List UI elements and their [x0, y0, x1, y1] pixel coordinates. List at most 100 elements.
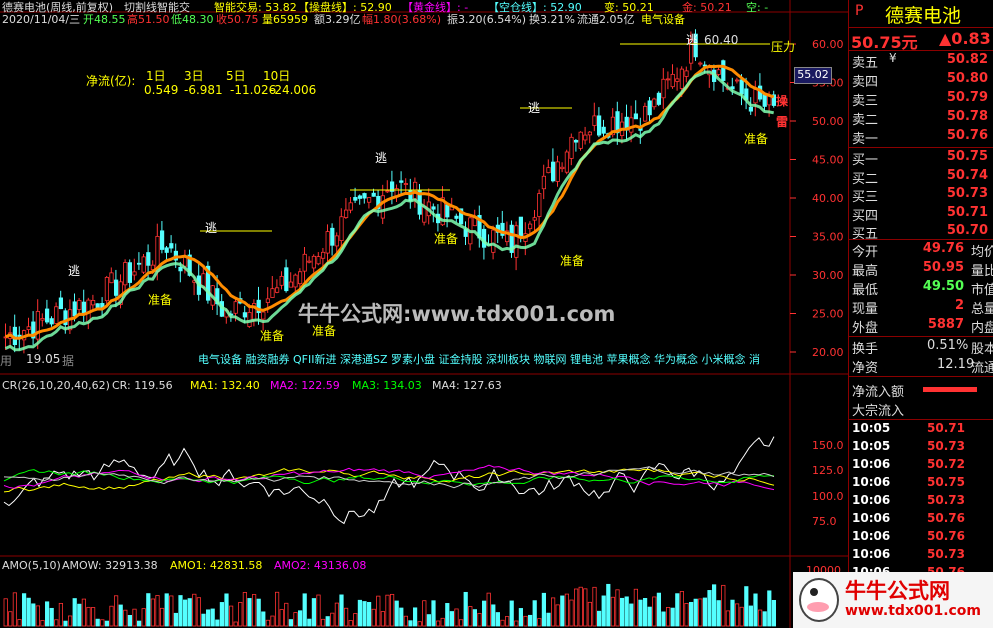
concept-tag[interactable]: 证金持股 — [439, 353, 487, 366]
ask-row-4: 卖四 50.80 — [849, 70, 993, 90]
amo-bar — [771, 599, 777, 627]
amo-bar — [320, 618, 326, 627]
candle-body — [348, 202, 353, 211]
amo-bar — [491, 604, 496, 627]
concept-tag[interactable]: 深圳板块 — [486, 353, 534, 366]
tick-row: 10:06 50.76 — [849, 510, 993, 528]
flee-label-3: 逃 — [375, 151, 388, 165]
amo-bar — [334, 602, 340, 627]
amo-bar — [610, 596, 616, 627]
logo-title: 牛牛公式网 — [845, 579, 950, 603]
price-tick-label: 25.00 — [812, 308, 844, 321]
candle-body — [399, 180, 404, 183]
stat-row-2-label: 最低 — [852, 283, 879, 298]
stat-row-0-extra: 均价 — [971, 245, 993, 260]
prepare-label-6: 准备 — [744, 132, 769, 146]
candle-body — [178, 266, 183, 272]
net-asset-value: 12.19 — [937, 357, 975, 372]
amo-bar — [26, 597, 31, 627]
amo-bar — [408, 620, 413, 627]
chart-area[interactable]: 60.0055.0050.0045.0040.0035.0030.0025.00… — [0, 0, 848, 628]
amo-bar — [735, 603, 740, 627]
tick-price: 50.76 — [927, 511, 965, 525]
bid-row-1-label: 买一 — [852, 153, 879, 168]
amo-bar — [440, 617, 445, 627]
candle-body — [316, 256, 321, 265]
ask-row-2-label: 卖二 — [852, 113, 879, 128]
amo-bar — [606, 583, 611, 627]
candle-body — [560, 166, 565, 170]
divider — [849, 27, 993, 28]
cr-line-group — [3, 436, 775, 525]
amo-bar — [638, 599, 643, 627]
candle-body — [587, 131, 593, 136]
stat-row-0-value: 49.76 — [922, 241, 964, 256]
amo-bar — [210, 608, 215, 627]
amo-bar — [293, 612, 298, 627]
candle-body — [109, 272, 114, 284]
candle-body — [647, 100, 652, 116]
amo-bar — [463, 591, 468, 627]
amo-bar — [633, 588, 639, 627]
quote-sidebar: P 德赛电池 50.75元 ▲0.83 卖五 50.82 ¥ 卖四 50.80 卖三 50.… — [793, 0, 993, 628]
swing-value: 振3.20(6.54%) — [447, 13, 527, 26]
amo-bar — [343, 607, 349, 627]
concept-tag[interactable]: 华为概念 — [654, 353, 702, 366]
amo-bar — [279, 609, 284, 627]
candle-body — [339, 216, 344, 241]
candle-body — [159, 230, 165, 250]
amo-bar — [215, 619, 220, 627]
candle-body — [532, 217, 537, 221]
candle-body — [748, 106, 754, 112]
prepare-label-5: 准备 — [560, 254, 585, 268]
amo-bar — [532, 600, 537, 627]
amo-bar — [45, 601, 50, 627]
amo-bar — [712, 584, 717, 627]
amo-bar — [624, 596, 629, 627]
concept-tag[interactable]: 深港通SZ — [340, 353, 391, 366]
amo-bar — [504, 616, 510, 627]
amo-bar — [399, 607, 404, 627]
prepare-label-4: 准备 — [434, 232, 459, 246]
flee-label-1: 逃 — [68, 264, 81, 278]
cr-ma3: MA3: 134.03 — [352, 379, 422, 392]
concept-tag[interactable]: 消 — [749, 353, 760, 366]
amo-bar — [302, 593, 307, 627]
amo-bar — [173, 612, 178, 627]
amo-bar — [17, 619, 22, 627]
candle-body — [353, 197, 358, 201]
stock-name[interactable]: 德赛电池 — [885, 1, 961, 28]
candle-body — [136, 262, 142, 265]
amo-bar — [251, 594, 257, 627]
amo-bar — [486, 592, 491, 627]
cr-ma4: MA4: 127.63 — [432, 379, 502, 392]
operate-label: 操 — [776, 94, 789, 108]
amo-bar — [118, 604, 123, 627]
concept-tag-bar[interactable]: 电气设备 融资融券 QFII新进 深港通SZ 罗素小盘 证金持股 深圳板块 物联… — [198, 351, 760, 367]
price-tick-label: 20.00 — [812, 346, 844, 359]
concept-tag[interactable]: 物联网 — [534, 353, 571, 366]
cr-title: CR(26,10,20,40,62) — [2, 379, 110, 392]
concept-tag[interactable]: 电气设备 — [198, 353, 246, 366]
candle-body — [284, 267, 289, 292]
concept-tag[interactable]: 融资融券 — [246, 353, 294, 366]
concept-tag[interactable]: 小米概念 — [702, 353, 750, 366]
candle-body — [528, 223, 533, 230]
turnover-sidebar-value: 0.51% — [927, 338, 969, 353]
amo-bar — [551, 597, 556, 627]
ask-row-3-value: 50.79 — [946, 90, 988, 105]
ask-row-2-value: 50.78 — [946, 109, 988, 124]
currency-flag: ¥ — [889, 51, 897, 65]
amo-bar — [100, 619, 105, 627]
ask-row-2: 卖二 50.78 — [849, 108, 993, 128]
candle-body — [601, 126, 606, 134]
amo-bar — [666, 607, 671, 627]
concept-tag[interactable]: QFII新进 — [293, 353, 340, 366]
candle-body — [114, 279, 119, 296]
tick-time: 10:06 — [852, 457, 891, 471]
concept-tag[interactable]: 罗素小盘 — [391, 353, 439, 366]
concept-tag[interactable]: 锂电池 — [570, 353, 607, 366]
logo-url: www.tdx001.com — [845, 603, 982, 619]
amo-bar — [21, 593, 27, 627]
concept-tag[interactable]: 苹果概念 — [607, 353, 655, 366]
